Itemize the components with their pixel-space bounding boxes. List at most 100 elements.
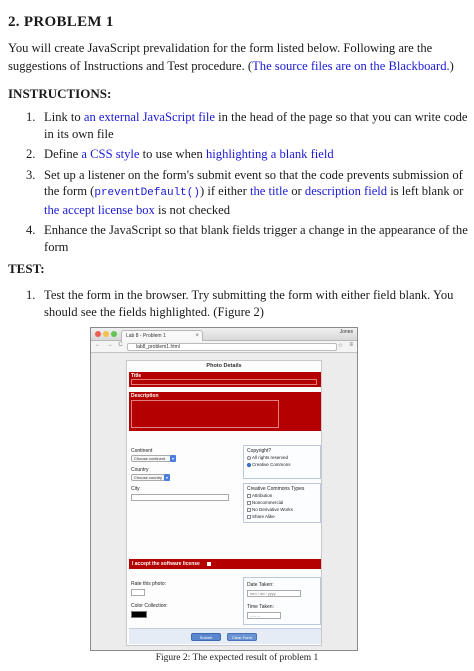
instruction-item: 2. Define a CSS style to use when highlig…	[8, 146, 468, 163]
instructions-list: 1. Link to an external JavaScript file in…	[8, 109, 468, 259]
item-text: or	[288, 184, 305, 198]
city-label: City	[131, 486, 140, 492]
item-number: 1.	[26, 110, 36, 124]
city-input[interactable]	[131, 494, 229, 501]
cc-option[interactable]: No Derivative Works	[247, 507, 293, 512]
checkbox-icon	[247, 493, 251, 498]
intro-end: )	[449, 58, 454, 73]
menu-icon[interactable]: ≡	[349, 342, 353, 348]
source-files-link[interactable]: The source files are on the Blackboard.	[252, 59, 450, 73]
description-label: Description	[131, 393, 159, 399]
submit-button[interactable]: Submit	[191, 633, 221, 641]
test-list: 1. Test the form in the browser. Try subm…	[8, 287, 468, 324]
test-item: 1. Test the form in the browser. Try subm…	[8, 287, 468, 320]
profile-name[interactable]: Jones	[340, 329, 353, 335]
option-label: Creative Commons	[252, 462, 291, 467]
tab-close-icon[interactable]: ×	[195, 331, 199, 341]
checkbox-icon	[247, 507, 251, 512]
option-label: All rights reserved	[252, 455, 289, 460]
item-number: 2.	[26, 147, 36, 161]
color-label: Color Collection:	[131, 603, 168, 609]
page-viewport: Photo Details Title Description Continen…	[91, 354, 357, 650]
item-text: Link to	[44, 110, 84, 124]
option-label: Share Alike	[252, 514, 275, 519]
cc-types-group: Creative Commons Types Attribution Nonco…	[243, 483, 321, 523]
copyright-label: Copyright?	[247, 448, 272, 454]
description-textarea[interactable]	[131, 400, 279, 428]
country-select[interactable]: Choose country ▾	[131, 474, 170, 481]
css-style-link[interactable]: a CSS style	[81, 147, 139, 161]
description-field-error: Description	[129, 392, 321, 431]
item-text: ) if either	[199, 184, 250, 198]
continent-select[interactable]: Choose continent ▾	[131, 455, 176, 462]
color-picker[interactable]	[131, 611, 147, 618]
country-value: Choose country	[134, 475, 163, 480]
cc-option[interactable]: Attribution	[247, 493, 272, 498]
test-heading: TEST:	[8, 261, 45, 276]
continent-label: Continent	[131, 448, 153, 454]
description-field-link[interactable]: description field	[305, 184, 387, 198]
time-label: Time Taken:	[247, 604, 274, 610]
cc-option[interactable]: Share Alike	[247, 514, 275, 519]
rate-label: Rate this photo:	[131, 581, 167, 587]
copyright-group: Copyright? All rights reserved Creative …	[243, 445, 321, 479]
maximize-window-icon[interactable]	[111, 331, 117, 337]
problem-heading: 2. PROBLEM 1	[8, 14, 114, 30]
item-text: is left blank or	[387, 184, 464, 198]
chevron-down-icon: ▾	[170, 455, 176, 462]
cc-types-label: Creative Commons Types	[247, 486, 305, 492]
item-text: to use when	[139, 147, 206, 161]
continent-value: Choose continent	[134, 456, 166, 461]
license-checkbox[interactable]	[207, 562, 211, 566]
title-field-error: Title	[129, 372, 321, 387]
cc-option[interactable]: Noncommercial	[247, 500, 283, 505]
copyright-option[interactable]: Creative Commons	[247, 462, 291, 467]
browser-toolbar: ← → C lab8_problem1.html ☆ ≡	[91, 341, 357, 353]
instruction-item: 4. Enhance the JavaScript so that blank f…	[8, 222, 468, 255]
license-field-error: I accept the software license	[129, 559, 321, 569]
nav-buttons-icon[interactable]: ← → C	[95, 342, 125, 348]
close-window-icon[interactable]	[95, 331, 101, 337]
clear-form-button[interactable]: Clear Form	[227, 633, 257, 641]
minimize-window-icon[interactable]	[103, 331, 109, 337]
prevent-default-code: preventDefault()	[94, 187, 200, 199]
browser-screenshot: Lab 8 - Problem 1 × Jones ← → C lab8_prob…	[90, 327, 358, 651]
item-text: is not checked	[154, 202, 231, 217]
license-box-link[interactable]: the accept license box	[44, 203, 155, 217]
date-input[interactable]: mm / dd / yyyy	[247, 590, 301, 597]
copyright-option[interactable]: All rights reserved	[247, 455, 288, 460]
item-text: Test the form in the browser. Try submit…	[44, 288, 454, 319]
form-title: Photo Details	[206, 363, 242, 369]
figure-caption: Figure 2: The expected result of problem…	[155, 653, 319, 663]
photo-details-form: Photo Details Title Description Continen…	[126, 360, 322, 646]
item-text: Define	[44, 147, 82, 161]
license-label: I accept the software license	[132, 561, 200, 567]
tab-title: Lab 8 - Problem 1	[126, 333, 166, 339]
item-number: 4.	[26, 223, 36, 237]
checkbox-icon	[247, 500, 251, 505]
browser-titlebar: Lab 8 - Problem 1 × Jones	[91, 328, 357, 341]
highlight-field-link[interactable]: highlighting a blank field	[206, 147, 334, 161]
radio-icon	[247, 455, 251, 460]
time-input[interactable]: --:-- --	[247, 612, 281, 619]
external-js-link[interactable]: an external JavaScript file	[84, 110, 215, 124]
instruction-item: 1. Link to an external JavaScript file in…	[8, 109, 468, 142]
address-bar[interactable]: lab8_problem1.html	[127, 343, 337, 351]
checkbox-icon	[247, 514, 251, 519]
chevron-down-icon: ▾	[164, 474, 170, 481]
browser-tab[interactable]: Lab 8 - Problem 1 ×	[121, 330, 203, 341]
instructions-heading: INSTRUCTIONS:	[8, 86, 112, 101]
title-link[interactable]: the title	[250, 184, 288, 198]
date-label: Date Taken:	[247, 582, 274, 588]
option-label: Noncommercial	[252, 500, 284, 505]
title-input[interactable]	[131, 379, 317, 385]
bookmark-icon[interactable]: ☆	[338, 342, 343, 349]
option-label: No Derivative Works	[252, 507, 293, 512]
country-label: Country	[131, 467, 149, 473]
rate-input[interactable]	[131, 589, 145, 596]
radio-selected-icon	[247, 462, 251, 467]
item-number: 3.	[26, 167, 36, 182]
intro-paragraph: You will create JavaScript prevalidation…	[8, 40, 468, 75]
instruction-item: 3. Set up a listener on the form's submit…	[8, 167, 468, 219]
button-bar: Submit Clear Form	[129, 628, 321, 644]
